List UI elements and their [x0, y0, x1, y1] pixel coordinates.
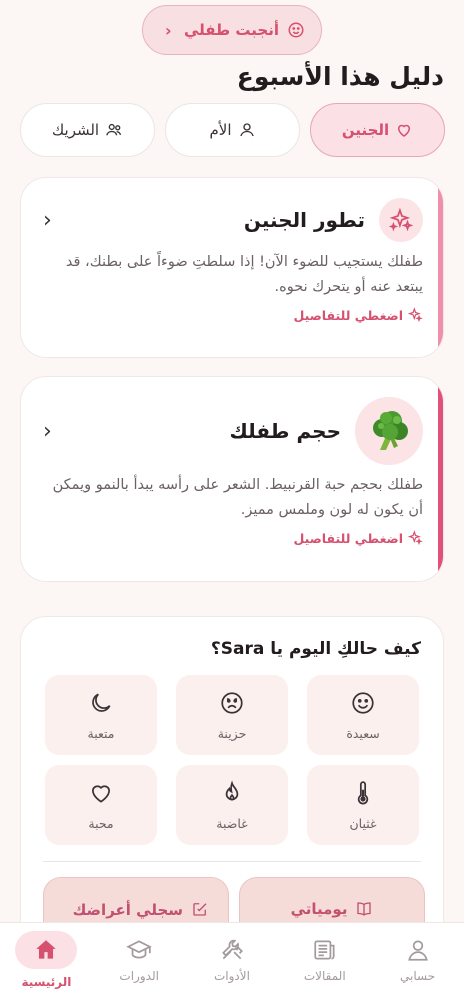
card-accent-stripe	[438, 377, 443, 581]
gave-birth-label: أنجبت طفلي	[183, 21, 279, 39]
user-icon	[407, 940, 428, 961]
person-icon	[239, 123, 254, 137]
chevron-left-icon: ‹	[165, 20, 172, 40]
broccoli-icon	[355, 397, 423, 465]
baby-development-card[interactable]: تطور الجنين ‹ طفلك يستجيب للضوء الآن! إذ…	[20, 177, 444, 358]
tab-baby[interactable]: الجنين	[310, 103, 445, 157]
details-link[interactable]: اضغطي للتفاصيل	[21, 307, 443, 323]
graduation-cap-icon	[126, 940, 152, 959]
moon-icon	[92, 693, 111, 712]
guide-tabs: الجنين الأم الشريك	[20, 103, 445, 157]
thermometer-icon	[357, 780, 369, 804]
tools-icon	[222, 939, 243, 960]
mood-label: حزينة	[217, 725, 247, 741]
diary-label: يومياتي	[290, 900, 348, 918]
flame-icon	[225, 779, 239, 800]
mood-label: غثيان	[349, 815, 377, 831]
smiley-icon	[288, 22, 304, 38]
chevron-left-icon: ‹	[43, 207, 52, 233]
mood-label: غاضبة	[216, 815, 248, 831]
open-book-icon	[357, 902, 372, 916]
tab-partner-label: الشريك	[51, 121, 100, 139]
mood-question: كيف حالكِ اليوم يا Sara؟	[210, 639, 421, 659]
details-link-label: اضغطي للتفاصيل	[293, 307, 403, 323]
details-link[interactable]: اضغطي للتفاصيل	[21, 530, 443, 546]
nav-tools[interactable]: الأدوات	[192, 937, 272, 983]
mood-grid: سعيدة حزينة متعبة غثيان غاضبة محبة	[45, 675, 419, 845]
chevron-left-icon: ‹	[43, 418, 52, 444]
bottom-nav: حسابي المقالات الأدوات الدورات الرئيسية	[0, 922, 464, 1006]
tab-mother[interactable]: الأم	[165, 103, 300, 157]
tab-mother-label: الأم	[209, 121, 232, 139]
card-title: تطور الجنين	[243, 208, 365, 232]
mood-label: محبة	[88, 815, 114, 831]
nav-home[interactable]: الرئيسية	[6, 931, 86, 989]
sparkles-icon	[379, 198, 423, 242]
home-icon	[36, 940, 57, 959]
nav-account[interactable]: حسابي	[378, 937, 458, 983]
happy-face-icon	[352, 691, 374, 714]
mood-label: متعبة	[87, 725, 115, 741]
mood-tired[interactable]: متعبة	[45, 675, 157, 755]
nav-label: الدورات	[119, 969, 159, 983]
nav-articles[interactable]: المقالات	[285, 937, 365, 983]
people-icon	[106, 123, 122, 136]
mood-sad[interactable]: حزينة	[176, 675, 288, 755]
card-title: حجم طفلك	[229, 419, 342, 443]
card-accent-stripe	[438, 178, 443, 357]
nav-courses[interactable]: الدورات	[99, 937, 179, 983]
mood-nausea[interactable]: غثيان	[307, 765, 419, 845]
card-description: طفلك بحجم حبة القرنبيط. الشعر على رأسه ي…	[52, 477, 423, 518]
mood-card: كيف حالكِ اليوم يا Sara؟ سعيدة حزينة متع…	[20, 616, 444, 946]
tab-partner[interactable]: الشريك	[20, 103, 155, 157]
articles-icon	[314, 940, 335, 960]
details-link-label: اضغطي للتفاصيل	[293, 530, 403, 546]
divider	[43, 861, 421, 862]
nav-label: الرئيسية	[21, 975, 72, 989]
nav-label: الأدوات	[214, 969, 250, 983]
sparkles-icon	[407, 307, 423, 323]
mood-loving[interactable]: محبة	[45, 765, 157, 845]
mood-label: سعيدة	[346, 725, 380, 741]
tab-baby-label: الجنين	[341, 121, 390, 139]
active-indicator	[15, 931, 78, 969]
page-title: دليل هذا الأسبوع	[236, 62, 444, 91]
mood-happy[interactable]: سعيدة	[307, 675, 419, 755]
baby-size-card[interactable]: حجم طفلك ‹ طفلك بحجم حبة القرنبيط. الشعر…	[20, 376, 444, 582]
nav-label: المقالات	[303, 969, 346, 983]
card-description: طفلك يستجيب للضوء الآن! إذا سلطتِ ضوءاً …	[65, 254, 423, 295]
edit-checkbox-icon	[193, 903, 207, 916]
mood-angry[interactable]: غاضبة	[176, 765, 288, 845]
nav-label: حسابي	[400, 969, 436, 983]
sparkles-icon	[407, 530, 423, 546]
sad-face-icon	[221, 691, 243, 714]
heart-icon	[398, 124, 411, 137]
gave-birth-button[interactable]: أنجبت طفلي ‹	[142, 5, 322, 55]
heart-icon	[92, 784, 110, 803]
